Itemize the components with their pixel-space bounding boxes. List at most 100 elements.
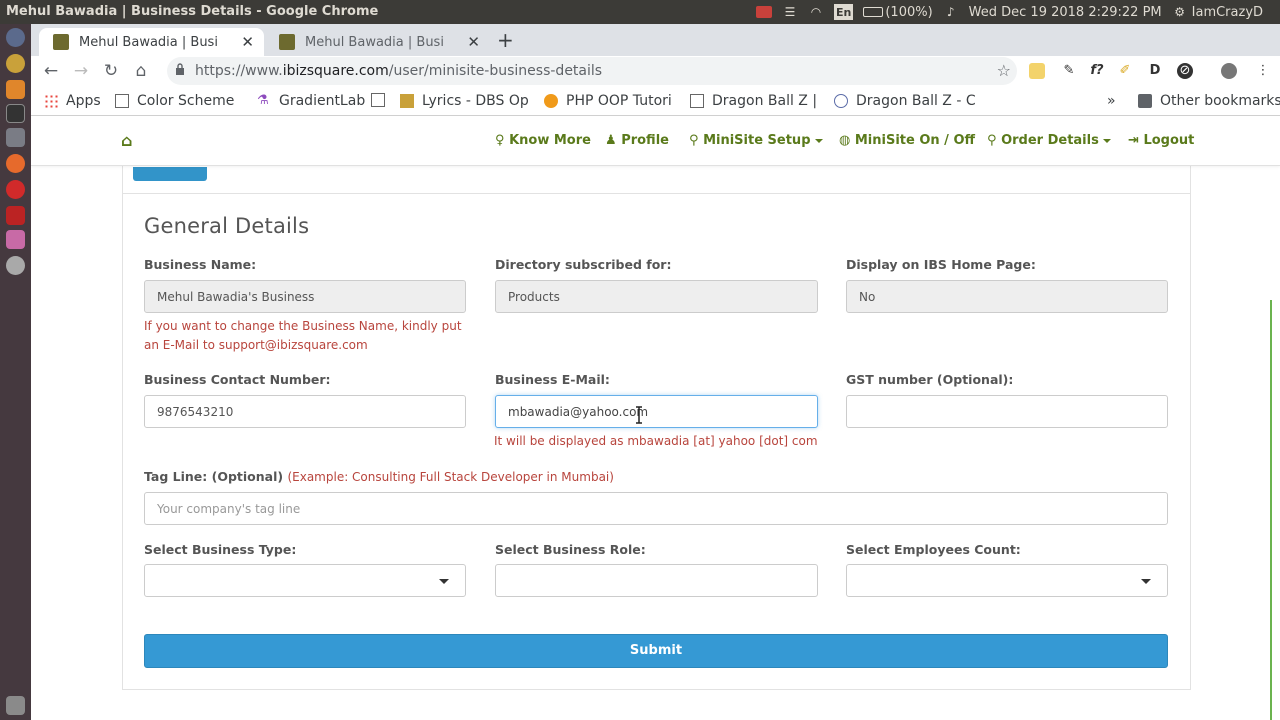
gst-label: GST number (Optional): bbox=[846, 372, 1014, 387]
address-bar[interactable]: https://www.ibizsquare.com/user/minisite… bbox=[167, 57, 1017, 85]
files-icon[interactable] bbox=[6, 128, 25, 147]
url-text: https://www.ibizsquare.com/user/minisite… bbox=[195, 63, 602, 79]
business-name-label: Business Name: bbox=[144, 257, 257, 272]
dash-icon[interactable] bbox=[6, 28, 25, 47]
folder-icon bbox=[1138, 94, 1152, 108]
url-path: /user/minisite-business-details bbox=[388, 63, 603, 79]
display-home-field[interactable]: No bbox=[846, 280, 1168, 313]
profile-avatar-icon[interactable] bbox=[1221, 63, 1237, 79]
employees-select[interactable] bbox=[846, 564, 1168, 597]
tagline-placeholder: Your company's tag line bbox=[157, 502, 301, 516]
more-bookmarks-chevron-icon[interactable]: » bbox=[1107, 93, 1116, 109]
extension-tool-icon[interactable]: ✎ bbox=[1061, 63, 1077, 79]
forward-arrow-icon[interactable]: → bbox=[70, 60, 92, 82]
chevron-down-icon bbox=[814, 138, 823, 143]
chrome-icon[interactable] bbox=[6, 54, 25, 73]
bookmark-lyrics[interactable]: Lyrics - DBS Op bbox=[400, 93, 549, 109]
bookmark-untitled[interactable] bbox=[371, 93, 393, 107]
sublime-icon[interactable] bbox=[6, 80, 25, 99]
bookmark-star-icon[interactable]: ☆ bbox=[997, 61, 1011, 80]
trash-icon[interactable] bbox=[6, 696, 25, 715]
url-prefix: https://www. bbox=[195, 63, 283, 79]
extension-pen-icon[interactable]: ✐ bbox=[1117, 63, 1133, 79]
site-navbar: ⌂ ♀ Know More ♟ Profile ⚲ MiniSite Setup… bbox=[31, 116, 1280, 166]
logout-icon: ⇥ bbox=[1128, 133, 1139, 148]
nav-know-more[interactable]: ♀ Know More bbox=[495, 133, 591, 148]
tagline-field[interactable]: Your company's tag line bbox=[144, 492, 1168, 525]
bookmark-php-oop[interactable]: PHP OOP Tutori bbox=[544, 93, 672, 109]
display-home-label: Display on IBS Home Page: bbox=[846, 257, 1036, 272]
nav-minisite-setup[interactable]: ⚲ MiniSite Setup bbox=[689, 133, 823, 148]
clock[interactable]: Wed Dec 19 2018 2:29:22 PM bbox=[969, 5, 1162, 20]
nav-minisite-on-off[interactable]: ◍ MiniSite On / Off bbox=[839, 133, 975, 148]
home-icon[interactable]: ⌂ bbox=[121, 131, 132, 150]
email-label: Business E-Mail: bbox=[495, 372, 610, 387]
extension-function-icon[interactable]: f? bbox=[1089, 63, 1105, 79]
business-type-select[interactable] bbox=[144, 564, 466, 597]
business-name-hint: If you want to change the Business Name,… bbox=[144, 319, 462, 352]
firefox-icon[interactable] bbox=[6, 154, 25, 173]
extension-block-icon[interactable]: ⊘ bbox=[1177, 63, 1193, 79]
business-name-field[interactable]: Mehul Bawadia's Business bbox=[144, 280, 466, 313]
tagline-label: Tag Line: (Optional) (Example: Consultin… bbox=[144, 469, 614, 484]
lightbulb-icon: ♀ bbox=[495, 133, 505, 148]
battery-percent: (100%) bbox=[885, 4, 933, 20]
site-favicon-icon bbox=[53, 34, 69, 50]
tab-active[interactable]: Mehul Bawadia | Business ✕ bbox=[39, 28, 264, 56]
nav-profile[interactable]: ♟ Profile bbox=[605, 133, 669, 148]
battery-icon[interactable] bbox=[863, 4, 884, 20]
menu-icon[interactable]: ☰ bbox=[782, 4, 798, 20]
bookmarks-bar: Apps Color Scheme G ⚗ GradientLab Lyrics… bbox=[31, 86, 1280, 116]
page-icon bbox=[371, 93, 385, 107]
filezilla-icon[interactable] bbox=[6, 206, 25, 225]
nav-logout[interactable]: ⇥ Logout bbox=[1128, 133, 1194, 148]
previous-section-button[interactable] bbox=[133, 167, 207, 181]
wifi-icon[interactable]: ◠ bbox=[808, 4, 824, 20]
lock-icon bbox=[176, 63, 184, 75]
bookmark-color-scheme[interactable]: Color Scheme G bbox=[115, 93, 239, 109]
extension-d-icon[interactable]: D bbox=[1147, 63, 1163, 79]
lyrics-icon bbox=[400, 94, 414, 108]
close-tab-icon[interactable]: ✕ bbox=[467, 33, 480, 51]
keyboard-layout-indicator[interactable]: En bbox=[834, 4, 854, 20]
bookmark-other[interactable]: Other bookmarks bbox=[1138, 93, 1280, 109]
bookmark-apps[interactable]: Apps bbox=[44, 93, 101, 109]
bookmark-gradientlab[interactable]: ⚗ GradientLab bbox=[257, 93, 365, 109]
record-icon[interactable] bbox=[756, 4, 772, 20]
opera-icon[interactable] bbox=[6, 180, 25, 199]
volume-icon[interactable]: ♪ bbox=[943, 4, 959, 20]
archive-icon[interactable] bbox=[6, 230, 25, 249]
nav-order-details[interactable]: ⚲ Order Details bbox=[987, 133, 1111, 148]
terminal-icon[interactable] bbox=[6, 104, 25, 123]
home-button-icon[interactable]: ⌂ bbox=[130, 60, 152, 82]
system-settings-icon[interactable] bbox=[6, 256, 25, 275]
settings-gear-icon[interactable]: ⚙ bbox=[1172, 4, 1188, 20]
info-icon bbox=[544, 94, 558, 108]
new-tab-plus-icon[interactable]: + bbox=[497, 28, 514, 52]
window-title: Mehul Bawadia | Business Details - Googl… bbox=[6, 4, 379, 19]
back-arrow-icon[interactable]: ← bbox=[40, 60, 62, 82]
email-field[interactable]: mbawadia@yahoo.com bbox=[495, 395, 818, 428]
dropdown-arrow-icon bbox=[439, 579, 449, 584]
submit-button[interactable]: Submit bbox=[144, 634, 1168, 668]
reload-icon[interactable]: ↻ bbox=[100, 60, 122, 82]
user-name[interactable]: IamCrazyD bbox=[1192, 5, 1263, 20]
system-tray: ☰ ◠ En (100%) ♪ Wed Dec 19 2018 2:29:22 … bbox=[756, 0, 1263, 24]
tab-title: Mehul Bawadia | Business bbox=[79, 34, 219, 50]
tab-inactive[interactable]: Mehul Bawadia | Business ✕ bbox=[265, 28, 490, 56]
directory-field[interactable]: Products bbox=[495, 280, 818, 313]
close-tab-icon[interactable]: ✕ bbox=[241, 33, 254, 51]
bookmark-dbz-c[interactable]: Dragon Ball Z - C bbox=[834, 93, 976, 109]
url-domain: ibizsquare.com bbox=[282, 63, 389, 79]
gst-field[interactable] bbox=[846, 395, 1168, 428]
user-icon: ♟ bbox=[605, 133, 617, 148]
business-role-select[interactable] bbox=[495, 564, 818, 597]
business-type-label: Select Business Type: bbox=[144, 542, 297, 557]
chrome-menu-icon[interactable]: ⋮ bbox=[1255, 63, 1271, 79]
extension-badge-icon[interactable] bbox=[1029, 63, 1045, 79]
contact-number-field[interactable]: 9876543210 bbox=[144, 395, 466, 428]
bookmark-dbz-wiki[interactable]: Dragon Ball Z | W bbox=[690, 93, 818, 109]
page-scrollbar[interactable] bbox=[1270, 300, 1280, 720]
os-top-bar: Mehul Bawadia | Business Details - Googl… bbox=[0, 0, 1280, 24]
directory-label: Directory subscribed for: bbox=[495, 257, 672, 272]
